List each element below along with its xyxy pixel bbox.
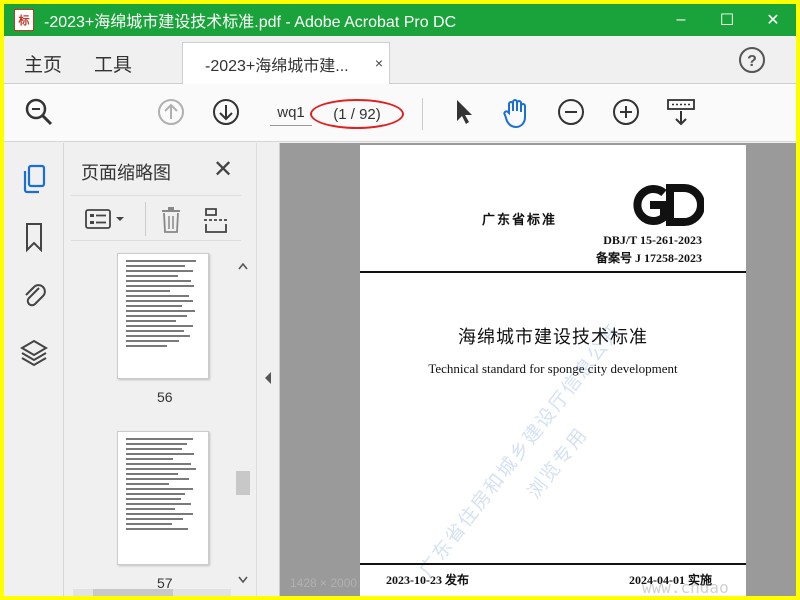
toolbar: wq1 (1 / 92) [4, 84, 796, 142]
page-down-icon[interactable] [211, 97, 241, 132]
gd-logo: GD [630, 183, 705, 232]
page-number-input[interactable]: wq1 [270, 100, 312, 126]
thumbnails-panel: 页面缩略图 ✕ 56 57 [65, 143, 255, 596]
window-title: -2023+海绵城市建设技术标准.pdf - Adobe Acrobat Pro… [44, 14, 457, 31]
page-up-icon[interactable] [156, 97, 186, 132]
document-province: 广东省标准 [482, 212, 558, 227]
delete-page-icon[interactable] [159, 206, 183, 239]
thumbnails-panel-title: 页面缩略图 [81, 163, 171, 183]
title-bar: 标 -2023+海绵城市建设技术标准.pdf - Adobe Acrobat P… [4, 4, 796, 36]
keyboard-scroll-icon[interactable] [666, 97, 696, 132]
tab-home[interactable]: 主页 [24, 50, 62, 77]
options-menu-icon[interactable] [85, 208, 129, 235]
horizontal-scrollbar-thumb[interactable] [93, 589, 173, 596]
help-icon[interactable]: ? [738, 46, 766, 79]
pdf-page: 广东省标准 GD DBJ/T 15-261-2023 备案号 J 17258-2… [360, 145, 746, 596]
thumbnails-vertical-scrollbar[interactable] [233, 253, 253, 593]
select-arrow-icon[interactable] [452, 97, 476, 132]
help-icon-glyph: ? [747, 53, 757, 70]
thumbnail-label-56: 56 [157, 389, 173, 405]
close-tab-button[interactable]: × [375, 55, 383, 71]
minimize-button[interactable]: – [658, 4, 704, 36]
scrollbar-thumb[interactable] [236, 471, 250, 495]
scroll-up-icon[interactable] [238, 257, 248, 275]
footer-rule [360, 563, 746, 565]
tab-bar: 主页 工具 -2023+海绵城市建... × ? [4, 36, 796, 84]
zoom-in-icon[interactable] [611, 97, 641, 132]
window-controls: – ☐ ✕ [658, 4, 796, 36]
document-tab-label: -2023+海绵城市建... [205, 57, 349, 75]
thumbnails-horizontal-scrollbar[interactable] [73, 589, 231, 596]
scroll-down-icon[interactable] [238, 571, 248, 589]
toolbar-divider [422, 98, 423, 130]
document-title-en: Technical standard for sponge city devel… [428, 361, 678, 376]
close-window-button[interactable]: ✕ [750, 4, 796, 36]
standard-code: DBJ/T 15-261-2023 [603, 233, 702, 247]
left-rail [4, 143, 64, 596]
hand-tool-icon[interactable] [501, 97, 531, 134]
page-thumbnails-icon[interactable] [20, 163, 48, 200]
bookmark-icon[interactable] [20, 221, 48, 258]
attachment-icon[interactable] [20, 279, 48, 316]
acrobat-app-icon: 标 [14, 9, 34, 31]
site-watermark: www.cndao [642, 578, 729, 596]
record-number: 备案号 J 17258-2023 [596, 251, 702, 265]
image-size-badge: 1428 × 2000 [290, 576, 358, 590]
panel-collapse-strip[interactable] [256, 143, 280, 596]
thumbnail-page-57[interactable] [117, 431, 209, 565]
document-view[interactable]: 广东省标准 GD DBJ/T 15-261-2023 备案号 J 17258-2… [280, 143, 796, 596]
zoom-search-icon[interactable] [24, 97, 54, 132]
document-title-cn: 海绵城市建设技术标准 [458, 327, 648, 347]
acrobat-window: 标 -2023+海绵城市建设技术标准.pdf - Adobe Acrobat P… [4, 4, 796, 596]
collapse-panel-icon[interactable] [263, 371, 273, 388]
page-count: (1 / 92) [310, 99, 404, 129]
toolbar-separator [145, 202, 146, 236]
layers-icon[interactable] [20, 337, 48, 374]
tab-document[interactable]: -2023+海绵城市建... × [182, 42, 390, 84]
close-panel-button[interactable]: ✕ [213, 155, 233, 184]
tab-tools[interactable]: 工具 [94, 50, 132, 77]
maximize-button[interactable]: ☐ [704, 4, 750, 36]
zoom-out-icon[interactable] [556, 97, 586, 132]
thumbnail-page-56[interactable] [117, 253, 209, 379]
issue-date: 2023-10-23 发布 [386, 573, 469, 587]
thumbnails-toolbar [71, 195, 241, 241]
extract-page-icon[interactable] [203, 206, 229, 239]
gd-logo-text: GD [630, 183, 632, 184]
